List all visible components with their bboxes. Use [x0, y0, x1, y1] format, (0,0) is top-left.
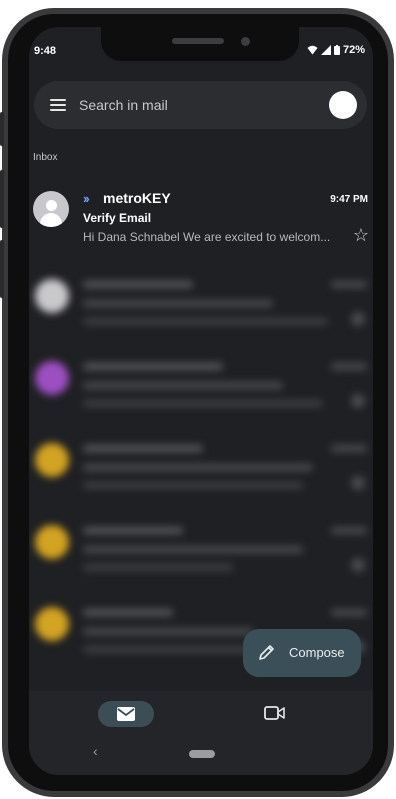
side-button-upper: [0, 112, 4, 146]
blurred-text-line: [83, 564, 233, 571]
blurred-avatar: [35, 525, 69, 559]
blurred-email-row: [29, 349, 373, 419]
blurred-meta: [351, 476, 365, 490]
blurred-email-row: [29, 267, 373, 337]
account-avatar[interactable]: [329, 91, 357, 119]
signal-icon: [320, 45, 331, 55]
battery-icon: [333, 45, 340, 55]
compose-button[interactable]: Compose: [243, 629, 361, 677]
blurred-text-line: [83, 482, 303, 489]
video-camera-icon: [264, 706, 285, 720]
blurred-email-list: [29, 259, 373, 679]
blurred-meta: [331, 363, 367, 370]
blurred-email-row: [29, 431, 373, 501]
pencil-icon: [259, 645, 274, 660]
blurred-text-line: [83, 363, 223, 370]
back-chevron-icon[interactable]: ‹: [93, 743, 98, 759]
front-camera: [241, 37, 250, 46]
blurred-text-line: [83, 628, 253, 635]
blurred-avatar: [35, 443, 69, 477]
blurred-text-line: [83, 609, 173, 616]
blurred-meta: [351, 312, 365, 326]
battery-percent: 72%: [342, 44, 365, 56]
email-sender: metroKEY: [103, 190, 171, 206]
email-row[interactable]: ›› metroKEY 9:47 PM Verify Email Hi Dana…: [29, 187, 373, 257]
email-preview: Hi Dana Schnabel We are excited to welco…: [83, 230, 331, 244]
blurred-meta: [331, 445, 367, 452]
inbox-label: Inbox: [33, 152, 58, 163]
status-icons: 72%: [307, 44, 365, 56]
sender-avatar-icon[interactable]: [33, 191, 69, 227]
blurred-meta: [331, 281, 367, 288]
nav-mail-tab[interactable]: [98, 701, 154, 727]
nav-meet-tab[interactable]: [264, 705, 286, 726]
screen: 9:48 72% Search in mail Inbox ›› metroKE…: [29, 27, 373, 775]
bottom-navigation: ‹: [29, 691, 373, 775]
blurred-text-line: [83, 546, 303, 553]
star-outline-icon[interactable]: ☆: [353, 225, 369, 246]
side-button-middle: [0, 170, 4, 228]
compose-label: Compose: [289, 645, 345, 660]
blurred-text-line: [83, 281, 193, 288]
blurred-text-line: [83, 382, 283, 389]
mail-icon: [117, 707, 135, 721]
status-time: 9:48: [34, 45, 57, 57]
blurred-email-row: [29, 513, 373, 583]
speaker-grille: [172, 38, 224, 44]
blurred-text-line: [83, 445, 203, 452]
blurred-text-line: [83, 318, 328, 325]
blurred-meta: [331, 609, 367, 616]
hamburger-menu-icon[interactable]: [50, 99, 66, 111]
email-time: 9:47 PM: [330, 194, 368, 205]
side-button-lower: [0, 240, 4, 298]
blurred-text-line: [83, 464, 313, 471]
search-bar[interactable]: Search in mail: [34, 81, 367, 129]
blurred-meta: [351, 394, 365, 408]
blurred-meta: [351, 558, 365, 572]
notch: [101, 27, 299, 61]
blurred-text-line: [83, 300, 273, 307]
blurred-meta: [331, 527, 367, 534]
search-input[interactable]: Search in mail: [79, 97, 168, 113]
email-subject: Verify Email: [83, 211, 152, 225]
blurred-avatar: [35, 361, 69, 395]
home-pill[interactable]: [189, 750, 215, 758]
importance-marker-icon: ››: [83, 191, 90, 206]
blurred-text-line: [83, 400, 323, 407]
blurred-avatar: [35, 279, 69, 313]
blurred-text-line: [83, 527, 183, 534]
wifi-icon: [307, 45, 318, 55]
blurred-avatar: [35, 607, 69, 641]
